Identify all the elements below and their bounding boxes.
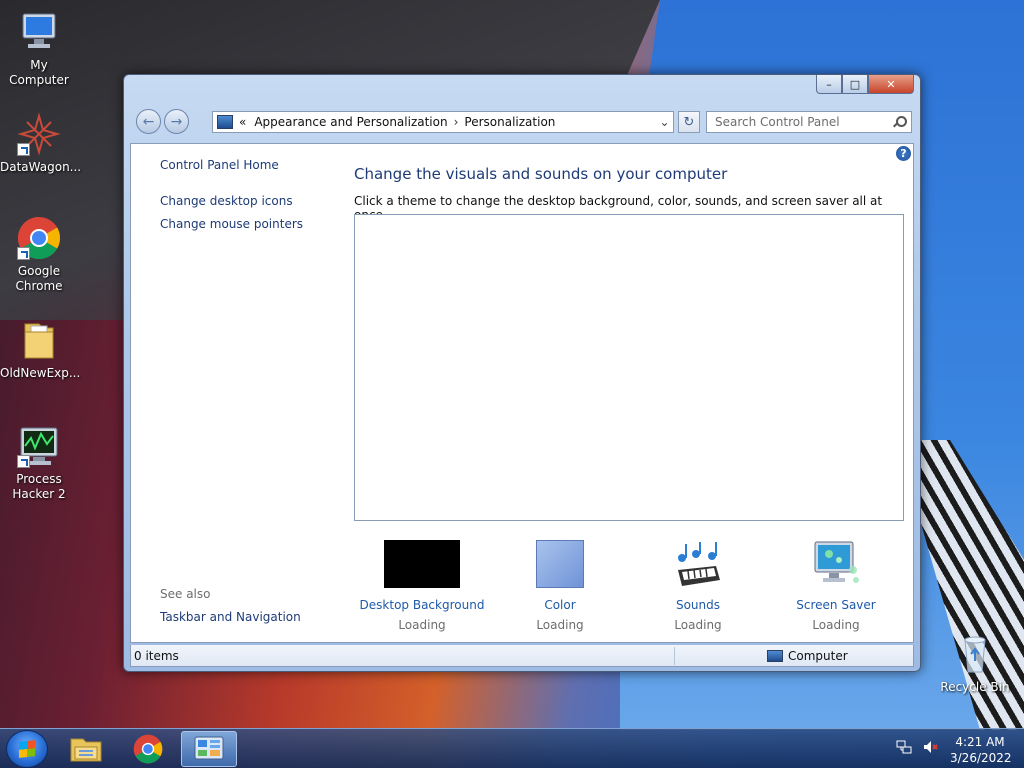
chrome-icon (133, 734, 163, 764)
taskbar-explorer-button[interactable] (58, 731, 114, 767)
breadcrumb-separator-icon[interactable]: › (454, 115, 459, 129)
search-icon[interactable] (893, 116, 907, 128)
option-status: Loading (536, 618, 584, 632)
taskbar: 4:21 AM 3/26/2022 (0, 728, 1024, 768)
file-explorer-icon (70, 738, 102, 762)
status-location: Computer (767, 649, 848, 663)
content-pane: ? Control Panel Home Change desktop icon… (130, 143, 914, 643)
clock-date: 3/26/2022 (950, 751, 1012, 765)
search-input[interactable]: Search Control Panel (706, 111, 912, 133)
see-also-heading: See also (160, 587, 211, 601)
volume-muted-icon[interactable] (922, 739, 938, 758)
shortcut-arrow-icon (17, 143, 30, 156)
page-title: Change the visuals and sounds on your co… (354, 165, 728, 183)
color-swatch-icon (536, 540, 584, 588)
recycle-bin-icon (953, 632, 997, 676)
status-bar: 0 items Computer (130, 645, 914, 667)
screen-saver-icon (811, 540, 861, 588)
option-label[interactable]: Color (495, 598, 625, 612)
taskbar-chrome-button[interactable] (120, 731, 176, 767)
shortcut-arrow-icon (17, 455, 30, 468)
sounds-option[interactable]: Sounds Loading (633, 540, 763, 632)
desktop-icon-label: DataWagon... (0, 160, 82, 174)
status-divider (674, 647, 675, 665)
refresh-button[interactable]: ↻ (678, 111, 700, 133)
status-location-label: Computer (788, 649, 848, 663)
forward-button[interactable]: → (164, 109, 189, 134)
desktop-icon-label: Process Hacker 2 (12, 472, 66, 501)
control-panel-icon (217, 115, 233, 129)
start-button[interactable] (6, 730, 48, 768)
taskbar-control-panel-button[interactable] (181, 731, 237, 767)
change-mouse-pointers-link[interactable]: Change mouse pointers (160, 217, 303, 231)
left-pane: Control Panel Home Change desktop icons … (131, 144, 341, 642)
minimize-button[interactable]: – (816, 75, 842, 94)
taskbar-and-navigation-link[interactable]: Taskbar and Navigation (160, 610, 301, 624)
breadcrumb-appearance[interactable]: Appearance and Personalization (254, 115, 447, 129)
desktop-icon-my-computer[interactable]: My Computer (0, 10, 78, 88)
theme-list[interactable] (354, 214, 904, 521)
process-hacker-icon (17, 424, 61, 468)
option-status: Loading (398, 618, 446, 632)
maximize-button[interactable]: □ (842, 75, 868, 94)
screen-saver-option[interactable]: Screen Saver Loading (771, 540, 901, 632)
computer-icon (17, 10, 61, 54)
desktop-icon-process-hacker[interactable]: Process Hacker 2 (0, 424, 78, 502)
chevron-down-icon[interactable]: ⌄ (655, 115, 673, 129)
desktop-background-thumbnail (384, 540, 460, 588)
breadcrumb-personalization[interactable]: Personalization (464, 115, 555, 129)
desktop-icon-label: OldNewExp... (0, 366, 81, 380)
option-status: Loading (812, 618, 860, 632)
desktop-icon-label: My Computer (9, 58, 69, 87)
clock-time: 4:21 AM (955, 735, 1005, 749)
option-label[interactable]: Sounds (633, 598, 763, 612)
desktop-icon-oldnewexplorer[interactable]: OldNewExp... (0, 318, 81, 381)
folder-icon (17, 318, 61, 362)
clock[interactable]: 4:21 AM 3/26/2022 (950, 734, 1012, 766)
shortcut-arrow-icon (17, 247, 30, 260)
address-bar[interactable]: « Appearance and Personalization › Perso… (212, 111, 674, 133)
option-label[interactable]: Screen Saver (771, 598, 901, 612)
personalization-window: – □ ✕ ← → « Appearance and Personalizati… (123, 74, 921, 672)
control-panel-home-link[interactable]: Control Panel Home (160, 158, 279, 172)
color-option[interactable]: Color Loading (495, 540, 625, 632)
system-tray (896, 739, 938, 758)
control-panel-icon (194, 736, 224, 760)
desktop-icon-datawagon[interactable]: DataWagon... (0, 112, 82, 175)
navigation-bar: ← → « Appearance and Personalization › P… (132, 107, 912, 135)
close-button[interactable]: ✕ (868, 75, 914, 94)
desktop-icon-recycle-bin[interactable]: Recycle Bin (936, 632, 1014, 695)
option-label[interactable]: Desktop Background (357, 598, 487, 612)
help-icon[interactable]: ? (896, 146, 911, 161)
datawagon-icon (17, 112, 61, 156)
desktop-icon-label: Google Chrome (15, 264, 63, 293)
desktop-icon-label: Recycle Bin (940, 680, 1010, 694)
breadcrumb-overflow[interactable]: « (239, 115, 246, 129)
window-controls: – □ ✕ (816, 75, 914, 94)
item-count: 0 items (134, 649, 179, 663)
desktop-background-option[interactable]: Desktop Background Loading (357, 540, 487, 632)
sounds-icon (672, 540, 724, 588)
computer-icon (767, 650, 783, 662)
network-icon[interactable] (896, 739, 912, 758)
change-desktop-icons-link[interactable]: Change desktop icons (160, 194, 293, 208)
desktop-icon-google-chrome[interactable]: Google Chrome (0, 216, 78, 294)
option-status: Loading (674, 618, 722, 632)
back-button[interactable]: ← (136, 109, 161, 134)
chrome-icon (17, 216, 61, 260)
search-placeholder: Search Control Panel (715, 115, 840, 129)
